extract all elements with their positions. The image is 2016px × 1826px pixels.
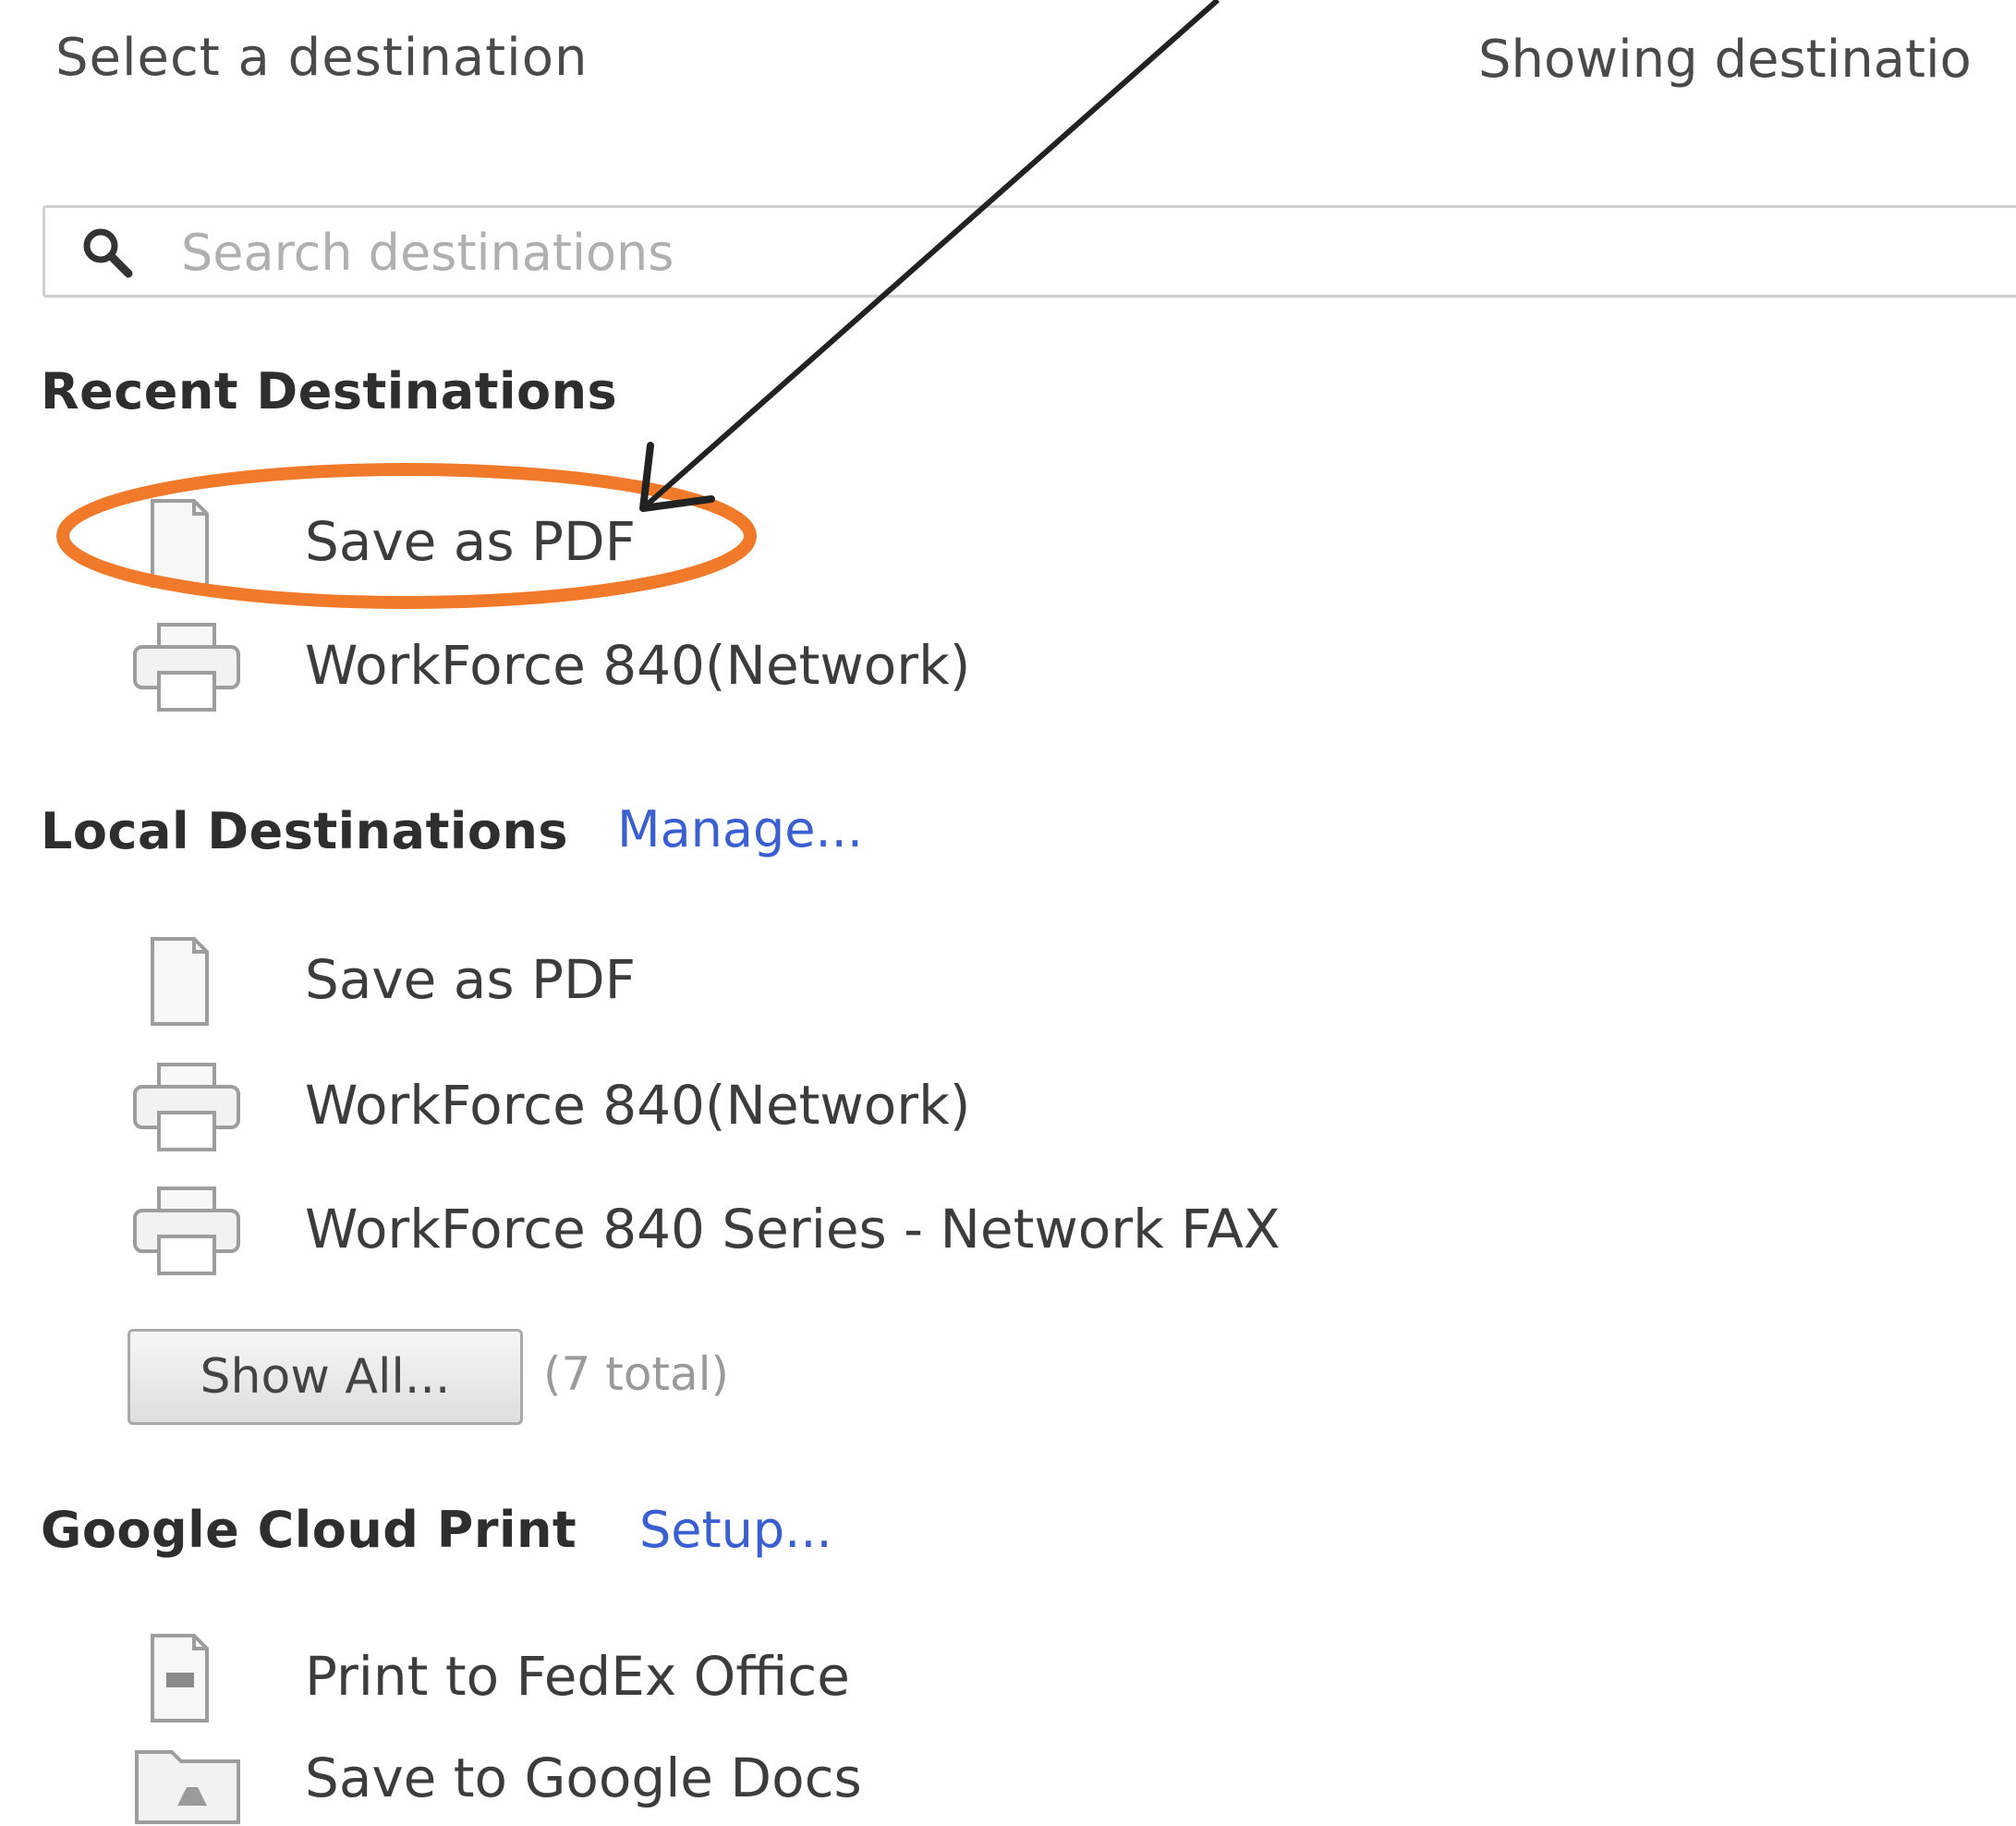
recent-destinations-heading: Recent Destinations (41, 362, 618, 420)
search-input[interactable] (181, 220, 1937, 285)
printer-icon (133, 623, 240, 712)
recent-item-label: Save as PDF (305, 510, 636, 573)
local-item-label: WorkForce 840(Network) (305, 1074, 971, 1137)
document-icon (151, 937, 209, 1026)
google-drive-folder-icon (135, 1750, 240, 1824)
fedex-document-icon (151, 1634, 209, 1723)
local-item-label: WorkForce 840 Series - Network FAX (305, 1198, 1281, 1260)
total-count: (7 total) (543, 1347, 730, 1401)
local-item-label: Save as PDF (305, 948, 636, 1011)
recent-item-workforce-840-network[interactable]: WorkForce 840(Network) (129, 621, 1423, 713)
show-all-button[interactable]: Show All... (128, 1329, 523, 1425)
recent-item-label: WorkForce 840(Network) (305, 634, 971, 697)
cloud-item-label: Save to Google Docs (305, 1747, 862, 1809)
cloud-item-label: Print to FedEx Office (305, 1645, 850, 1708)
cloud-item-save-to-google-docs[interactable]: Save to Google Docs (129, 1734, 1423, 1826)
search-icon (83, 228, 133, 278)
printer-icon (133, 1063, 240, 1151)
manage-link[interactable]: Manage... (617, 800, 863, 858)
local-destinations-heading: Local Destinations (41, 802, 569, 860)
recent-item-save-as-pdf[interactable]: Save as PDF (129, 497, 1423, 590)
local-item-workforce-840-series-network-fax[interactable]: WorkForce 840 Series - Network FAX (129, 1185, 1423, 1277)
google-cloud-print-heading: Google Cloud Print (41, 1501, 577, 1559)
setup-link[interactable]: Setup... (639, 1501, 832, 1559)
showing-destinations-text: Showing destinatio (1478, 30, 1972, 90)
page-title: Select a destination (55, 28, 589, 88)
local-item-workforce-840-network[interactable]: WorkForce 840(Network) (129, 1061, 1423, 1153)
printer-icon (133, 1187, 240, 1275)
document-icon (151, 499, 209, 588)
local-item-save-as-pdf[interactable]: Save as PDF (129, 935, 1423, 1028)
cloud-item-print-to-fedex-office[interactable]: Print to FedEx Office (129, 1632, 1423, 1724)
